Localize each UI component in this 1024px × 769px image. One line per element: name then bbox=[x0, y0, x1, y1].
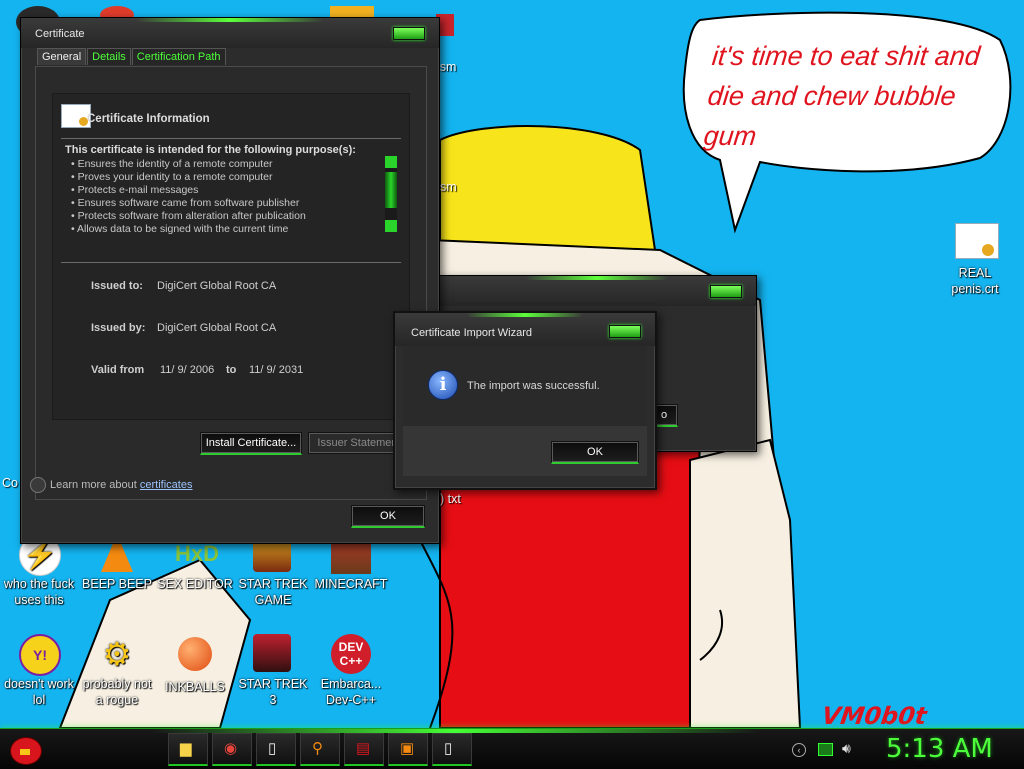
wizard-body: i The import was successful. bbox=[403, 346, 647, 426]
certificate-title: Certificate bbox=[35, 28, 85, 40]
scroll-up-arrow-icon[interactable] bbox=[385, 156, 397, 168]
certificate-ok-button[interactable]: OK bbox=[351, 505, 425, 528]
info-divider-1 bbox=[61, 138, 401, 139]
taskbar-search[interactable]: ⚲ bbox=[300, 733, 340, 766]
purpose-item: • Protects e-mail messages bbox=[71, 184, 199, 196]
wizard-footer: OK bbox=[403, 426, 647, 476]
purpose-item: • Ensures software came from software pu… bbox=[71, 197, 300, 209]
purpose-scrollbar[interactable] bbox=[385, 156, 397, 232]
info-icon-small bbox=[30, 477, 46, 493]
search-icon: ⚲ bbox=[312, 740, 323, 757]
partial-label-co: Co bbox=[2, 476, 18, 490]
tray-network-icon[interactable] bbox=[818, 743, 833, 756]
desktop-icon-star-trek-3[interactable]: STAR TREK 3 bbox=[234, 634, 312, 708]
tray-speaker-icon[interactable]: 🔊︎ bbox=[842, 740, 851, 757]
tab-details[interactable]: Details bbox=[87, 48, 131, 65]
speech-bubble-text: it's time to eat shit and die and chew b… bbox=[702, 41, 982, 151]
certificate-titlebar[interactable]: Certificate bbox=[21, 18, 439, 48]
issued-by-value: DigiCert Global Root CA bbox=[157, 322, 277, 334]
taskbar-document-2[interactable]: ▯ bbox=[432, 733, 472, 766]
taskbar-document-1[interactable]: ▯ bbox=[256, 733, 296, 766]
purpose-item: • Allows data to be signed with the curr… bbox=[71, 223, 289, 235]
desktop-icon-star-trek-game[interactable]: STAR TREK GAME bbox=[234, 534, 312, 608]
certificates-link[interactable]: certificates bbox=[140, 479, 193, 491]
archive-icon: ▤ bbox=[356, 740, 371, 757]
valid-to-label: to bbox=[226, 364, 237, 376]
taskbar-file-explorer[interactable]: ▆ bbox=[168, 733, 208, 766]
desktop-icon-real-penis-crt[interactable]: REAL penis.crt bbox=[936, 220, 1014, 297]
desktop-icon-inkballs[interactable]: INKBALLS bbox=[156, 634, 234, 695]
wizard-ok-button[interactable]: OK bbox=[551, 441, 639, 464]
valid-to-value: 11/ 9/ 2031 bbox=[249, 364, 304, 376]
drawing-arm bbox=[689, 438, 802, 728]
desktop-icon-embarcadero-dev-cpp[interactable]: DEV C++ Embarca... Dev-C++ bbox=[312, 634, 390, 708]
valid-from-value: 11/ 9/ 2006 bbox=[160, 364, 215, 376]
learn-more-text: Learn more about certificates bbox=[50, 479, 193, 491]
wizard-titlebar[interactable]: Certificate Import Wizard bbox=[395, 313, 655, 346]
wizard-title: Certificate Import Wizard bbox=[411, 327, 533, 339]
taskbar-notepad[interactable]: ▣ bbox=[388, 733, 428, 766]
gears-icon: ⚙ bbox=[102, 636, 132, 672]
purpose-heading: This certificate is intended for the fol… bbox=[65, 144, 356, 156]
scroll-thumb[interactable] bbox=[385, 172, 397, 208]
install-certificate-button[interactable]: Install Certificate... bbox=[200, 432, 302, 455]
yahoo-messenger-icon: Y! bbox=[19, 634, 61, 676]
chrome-icon: ◉ bbox=[224, 740, 238, 757]
certificate-file-icon bbox=[955, 223, 999, 263]
document-icon: ▯ bbox=[444, 740, 453, 757]
taskbar-chrome[interactable]: ◉ bbox=[212, 733, 252, 766]
certificate-close-button[interactable] bbox=[393, 27, 425, 40]
purpose-item: • Ensures the identity of a remote compu… bbox=[71, 158, 273, 170]
wizard-close-button[interactable] bbox=[609, 325, 641, 338]
inkball-icon bbox=[175, 637, 215, 677]
watermark: VM0b0t bbox=[820, 702, 929, 728]
tray-back-arrow-icon[interactable]: ‹ bbox=[792, 743, 806, 757]
certificate-dialog: Certificate General Details Certification … bbox=[20, 17, 440, 544]
taskbar-clock[interactable]: 5:13 AM bbox=[886, 734, 993, 764]
purpose-item: • Protects software from alteration afte… bbox=[71, 210, 306, 222]
background-window-close-button[interactable] bbox=[710, 285, 742, 298]
purpose-list: • Ensures the identity of a remote compu… bbox=[71, 158, 371, 236]
partial-label-txt: ) txt bbox=[440, 492, 461, 506]
tab-certification-path[interactable]: Certification Path bbox=[131, 48, 226, 65]
tab-general[interactable]: General bbox=[37, 48, 87, 65]
purpose-item: • Proves your identity to a remote compu… bbox=[71, 171, 273, 183]
certificate-tabs: General Details Certification Path bbox=[37, 48, 227, 67]
general-tab-panel: Certificate Information This certificate… bbox=[30, 66, 427, 500]
desktop-icon-doesnt-work-lol[interactable]: Y! doesn't work lol bbox=[0, 634, 78, 708]
notepad-icon: ▣ bbox=[400, 740, 415, 757]
dev-cpp-icon: DEV C++ bbox=[331, 634, 371, 674]
file-explorer-icon: ▆ bbox=[180, 740, 192, 757]
issued-to-value: DigiCert Global Root CA bbox=[157, 280, 277, 292]
desktop: it's time to eat shit and die and chew b… bbox=[0, 0, 1024, 728]
import-wizard-dialog: Certificate Import Wizard i The import w… bbox=[393, 311, 657, 490]
info-icon: i bbox=[428, 370, 458, 400]
background-window-titlebar[interactable] bbox=[438, 276, 756, 306]
issued-by-label: Issued by: bbox=[91, 322, 146, 334]
certificate-info-box: Certificate Information This certificate… bbox=[52, 93, 410, 420]
issued-to-label: Issued to: bbox=[91, 280, 143, 292]
taskbar: ▆ ◉ ▯ ⚲ ▤ ▣ ▯ ‹ 🔊︎ bbox=[0, 728, 1024, 769]
valid-from-label: Valid from bbox=[91, 364, 145, 376]
certificate-info-heading: Certificate Information bbox=[87, 113, 210, 125]
partial-label-ism2: sm bbox=[440, 180, 457, 194]
document-icon: ▯ bbox=[268, 740, 277, 757]
star-wars-icon bbox=[253, 634, 293, 674]
taskbar-archive[interactable]: ▤ bbox=[344, 733, 384, 766]
desktop-icon-who-the-fuck-uses-this[interactable]: ⚡ who the fuck uses this bbox=[0, 534, 78, 608]
wizard-message: The import was successful. bbox=[467, 380, 600, 392]
start-button-angry-bird-icon[interactable] bbox=[6, 731, 44, 767]
info-divider-2 bbox=[61, 262, 401, 263]
desktop-icon-probably-not-a-rogue[interactable]: ⚙ probably not a rogue bbox=[78, 634, 156, 708]
scroll-down-arrow-icon[interactable] bbox=[385, 220, 397, 232]
